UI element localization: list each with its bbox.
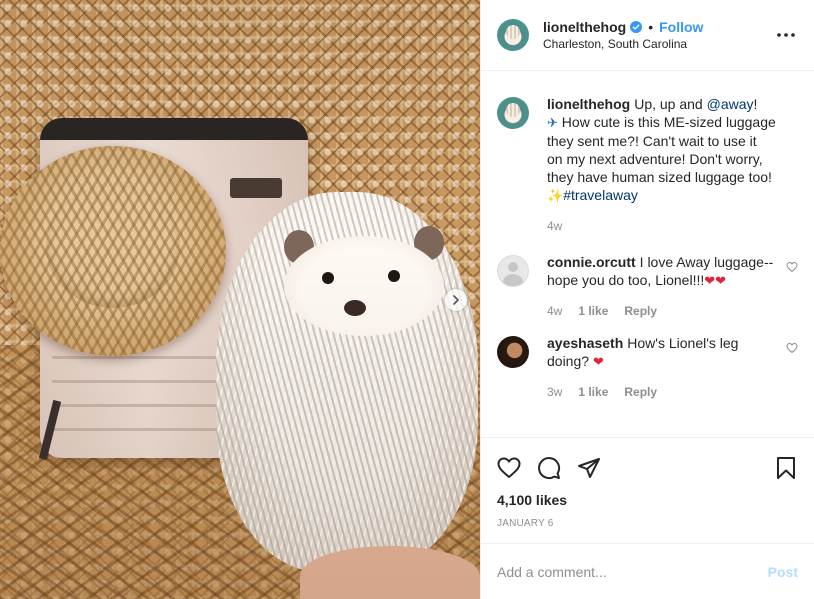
mention-link[interactable]: @away: [707, 96, 754, 112]
airplane-emoji: ✈: [547, 115, 558, 130]
like-button[interactable]: [497, 456, 521, 480]
post-header: lionelthehog • Follow Charleston, South …: [481, 0, 814, 71]
heart-outline-icon: [497, 457, 521, 478]
post-photo[interactable]: [0, 0, 480, 599]
author-line: lionelthehog • Follow: [543, 19, 774, 35]
chevron-right-icon: [453, 295, 459, 305]
caption-text: lionelthehog Up, up and @away! ✈ How cute…: [547, 95, 776, 205]
comment-likes[interactable]: 1 like: [578, 383, 608, 401]
comment-age[interactable]: 3w: [547, 383, 562, 401]
red-heart-emoji: ❤❤: [704, 273, 727, 288]
hashtag-link[interactable]: #travelaway: [563, 187, 638, 203]
author-username[interactable]: lionelthehog: [543, 19, 626, 35]
comment-heart-icon[interactable]: [786, 342, 798, 354]
caption-text-part: Up, up and: [634, 96, 707, 112]
commenter-avatar[interactable]: [497, 255, 529, 287]
caption-body: lionelthehog Up, up and @away! ✈ How cute…: [547, 95, 798, 235]
caption-meta: 4w: [547, 217, 776, 235]
speech-bubble-icon: [538, 457, 561, 480]
comment-meta: 4w 1 like Reply: [547, 302, 776, 320]
action-bar: [497, 446, 798, 490]
caption-avatar[interactable]: [497, 97, 529, 129]
instagram-post: lionelthehog • Follow Charleston, South …: [0, 0, 814, 599]
caption-text-part: How cute is this ME-sized luggage they s…: [547, 114, 776, 185]
comment-body: connie.orcutt I love Away luggage--hope y…: [547, 253, 798, 320]
paper-plane-icon: [578, 458, 600, 478]
verified-badge-icon: [630, 20, 643, 33]
bookmark-icon: [777, 457, 795, 479]
add-comment-bar: Post: [481, 543, 814, 599]
comment-button[interactable]: [537, 456, 561, 480]
author-info: lionelthehog • Follow Charleston, South …: [543, 19, 774, 52]
author-avatar[interactable]: [497, 19, 529, 51]
reply-button[interactable]: Reply: [624, 302, 657, 320]
share-button[interactable]: [577, 456, 601, 480]
comment-text: connie.orcutt I love Away luggage--hope y…: [547, 253, 776, 290]
separator-dot: •: [648, 18, 654, 35]
caption-username[interactable]: lionelthehog: [547, 96, 630, 112]
post-panel: lionelthehog • Follow Charleston, South …: [480, 0, 814, 599]
commenter-username[interactable]: connie.orcutt: [547, 254, 636, 270]
comment-heart-icon[interactable]: [786, 261, 798, 273]
sparkle-emoji: ✨: [547, 188, 564, 203]
caption: lionelthehog Up, up and @away! ✈ How cute…: [497, 95, 798, 235]
comment-body: ayeshaseth How's Lionel's leg doing? ❤ 3w…: [547, 334, 798, 401]
likes-count[interactable]: 4,100 likes: [497, 492, 798, 508]
caption-age[interactable]: 4w: [547, 217, 562, 235]
commenter-username[interactable]: ayeshaseth: [547, 335, 623, 351]
caption-text-part: !: [753, 96, 758, 112]
comment-age[interactable]: 4w: [547, 302, 562, 320]
comments-list[interactable]: lionelthehog Up, up and @away! ✈ How cute…: [481, 71, 814, 437]
comment-likes[interactable]: 1 like: [578, 302, 608, 320]
post-actions: 4,100 likes JANUARY 6: [481, 437, 814, 543]
follow-button[interactable]: Follow: [659, 19, 703, 35]
reply-button[interactable]: Reply: [624, 383, 657, 401]
carousel-next-button[interactable]: [445, 289, 467, 311]
comment-meta: 3w 1 like Reply: [547, 383, 776, 401]
red-heart-emoji: ❤: [592, 354, 604, 369]
location-link[interactable]: Charleston, South Carolina: [543, 36, 774, 52]
add-comment-input[interactable]: [497, 563, 768, 580]
more-options-button[interactable]: [774, 23, 798, 47]
post-date[interactable]: JANUARY 6: [497, 518, 798, 529]
post-comment-button[interactable]: Post: [768, 564, 798, 580]
more-options-icon: [777, 33, 795, 37]
commenter-avatar[interactable]: [497, 336, 529, 368]
save-button[interactable]: [774, 456, 798, 480]
comment-item: ayeshaseth How's Lionel's leg doing? ❤ 3w…: [497, 334, 798, 401]
photo-shade: [0, 0, 480, 599]
comment-text: ayeshaseth How's Lionel's leg doing? ❤: [547, 334, 776, 371]
comment-item: connie.orcutt I love Away luggage--hope y…: [497, 253, 798, 320]
